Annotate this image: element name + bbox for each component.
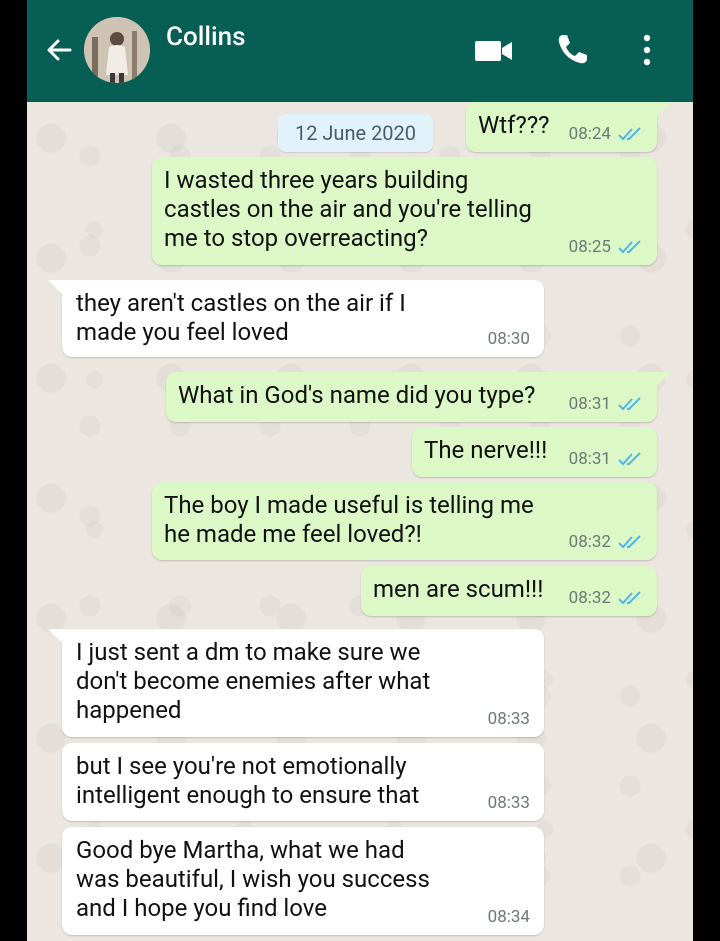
message-meta: 08:24 bbox=[569, 124, 645, 144]
message-meta: 08:31 bbox=[569, 394, 645, 414]
message-outgoing[interactable]: I wasted three years building castles on… bbox=[152, 157, 657, 265]
message-text: I just sent a dm to make sure we don't b… bbox=[76, 638, 431, 724]
read-ticks-icon bbox=[618, 535, 641, 549]
read-ticks-icon bbox=[618, 452, 641, 466]
message-outgoing[interactable]: Wtf??? 08:24 bbox=[466, 102, 657, 152]
chat-header: Collins bbox=[27, 0, 693, 102]
chat-screen: Collins 12 June 2020 Wtf??? 08:24 I wast… bbox=[27, 0, 693, 941]
message-text: The boy I made useful is telling me he m… bbox=[164, 491, 534, 548]
voice-call-icon[interactable] bbox=[554, 32, 590, 68]
message-meta: 08:33 bbox=[488, 793, 530, 813]
message-meta: 08:32 bbox=[569, 532, 645, 552]
message-time: 08:30 bbox=[487, 329, 530, 349]
message-meta: 08:30 bbox=[488, 329, 530, 349]
read-ticks-icon bbox=[618, 127, 641, 141]
more-options-icon[interactable] bbox=[635, 32, 659, 68]
message-time: 08:24 bbox=[568, 124, 611, 144]
contact-name[interactable]: Collins bbox=[166, 22, 245, 52]
message-meta: 08:25 bbox=[569, 237, 645, 257]
message-time: 08:31 bbox=[568, 394, 611, 414]
message-text: I wasted three years building castles on… bbox=[164, 166, 532, 252]
message-text: but I see you're not emotionally intelli… bbox=[76, 752, 420, 809]
message-incoming[interactable]: they aren't castles on the air if I made… bbox=[62, 280, 544, 357]
message-time: 08:32 bbox=[568, 532, 611, 552]
back-arrow-icon[interactable] bbox=[43, 34, 75, 66]
message-time: 08:25 bbox=[568, 237, 611, 257]
message-time: 08:34 bbox=[487, 907, 530, 927]
message-meta: 08:31 bbox=[569, 449, 645, 469]
message-incoming[interactable]: but I see you're not emotionally intelli… bbox=[62, 743, 544, 821]
read-ticks-icon bbox=[618, 591, 641, 605]
message-outgoing[interactable]: The boy I made useful is telling me he m… bbox=[152, 482, 657, 560]
contact-avatar[interactable] bbox=[84, 17, 150, 83]
date-chip: 12 June 2020 bbox=[278, 114, 433, 152]
read-ticks-icon bbox=[618, 397, 641, 411]
message-time: 08:33 bbox=[487, 793, 530, 813]
message-text: What in God's name did you type? bbox=[178, 381, 536, 409]
message-meta: 08:33 bbox=[488, 709, 530, 729]
message-incoming[interactable]: Good bye Martha, what we had was beautif… bbox=[62, 827, 544, 935]
message-meta: 08:32 bbox=[569, 588, 645, 608]
message-time: 08:32 bbox=[568, 588, 611, 608]
message-outgoing[interactable]: men are scum!!! 08:32 bbox=[361, 566, 657, 616]
message-text: men are scum!!! bbox=[373, 575, 544, 603]
message-outgoing[interactable]: The nerve!!! 08:31 bbox=[412, 427, 657, 477]
message-text: they aren't castles on the air if I made… bbox=[76, 289, 406, 346]
message-text: Good bye Martha, what we had was beautif… bbox=[76, 836, 430, 922]
read-ticks-icon bbox=[618, 240, 641, 254]
message-time: 08:33 bbox=[487, 709, 530, 729]
video-call-icon[interactable] bbox=[474, 36, 514, 66]
message-text: Wtf??? bbox=[478, 111, 550, 139]
message-meta: 08:34 bbox=[488, 907, 530, 927]
message-incoming[interactable]: I just sent a dm to make sure we don't b… bbox=[62, 629, 544, 737]
message-text: The nerve!!! bbox=[424, 436, 548, 464]
message-time: 08:31 bbox=[568, 449, 611, 469]
message-outgoing[interactable]: What in God's name did you type? 08:31 bbox=[166, 372, 657, 422]
